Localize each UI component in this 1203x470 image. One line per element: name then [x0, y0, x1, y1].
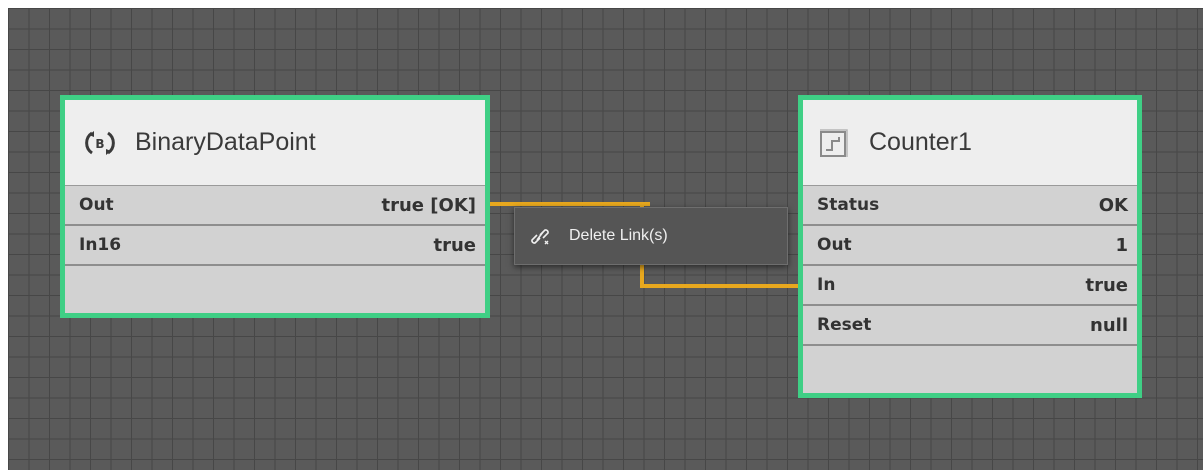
svg-text:B: B: [95, 137, 104, 151]
slot-row-reset[interactable]: Reset null: [803, 306, 1137, 346]
menu-item-label: Delete Link(s): [569, 227, 668, 244]
slot-row-out[interactable]: Out 1: [803, 226, 1137, 266]
slot-row-in[interactable]: In true: [803, 266, 1137, 306]
slot-label: Status: [817, 195, 880, 215]
node-header[interactable]: B BinaryDataPoint: [65, 100, 485, 186]
wiresheet-canvas[interactable]: B BinaryDataPoint Out true [OK] In16 tru…: [8, 8, 1203, 470]
context-menu: Delete Link(s): [514, 207, 788, 265]
slot-label: Out: [79, 195, 114, 215]
link-wire-segment[interactable]: [486, 202, 650, 206]
slot-value: OK: [1098, 194, 1128, 216]
node-title: BinaryDataPoint: [135, 128, 316, 156]
node-header[interactable]: Counter1: [803, 100, 1137, 186]
slot-row-empty: [803, 346, 1137, 389]
slot-row-empty: [65, 266, 485, 306]
delete-links-menu-item[interactable]: Delete Link(s): [515, 225, 668, 247]
slot-row-status[interactable]: Status OK: [803, 186, 1137, 226]
node-counter1[interactable]: Counter1 Status OK Out 1 In true Reset n…: [798, 95, 1142, 398]
slot-value: true: [433, 234, 476, 256]
slot-value: 1: [1115, 234, 1128, 256]
slot-value: null: [1090, 314, 1128, 336]
unlink-icon: [529, 225, 551, 247]
slot-label: In16: [79, 235, 122, 255]
slot-value: true [OK]: [381, 194, 476, 216]
slot-label: Reset: [817, 315, 872, 335]
slot-label: Out: [817, 235, 852, 255]
node-binary-data-point[interactable]: B BinaryDataPoint Out true [OK] In16 tru…: [60, 95, 490, 318]
node-title: Counter1: [869, 128, 972, 156]
slot-row-in16[interactable]: In16 true: [65, 226, 485, 266]
slot-label: In: [817, 275, 836, 295]
counter-icon: [817, 126, 851, 160]
slot-row-out[interactable]: Out true [OK]: [65, 186, 485, 226]
binary-datapoint-icon: B: [83, 126, 117, 160]
link-wire-segment[interactable]: [640, 284, 802, 288]
slot-value: true: [1085, 274, 1128, 296]
